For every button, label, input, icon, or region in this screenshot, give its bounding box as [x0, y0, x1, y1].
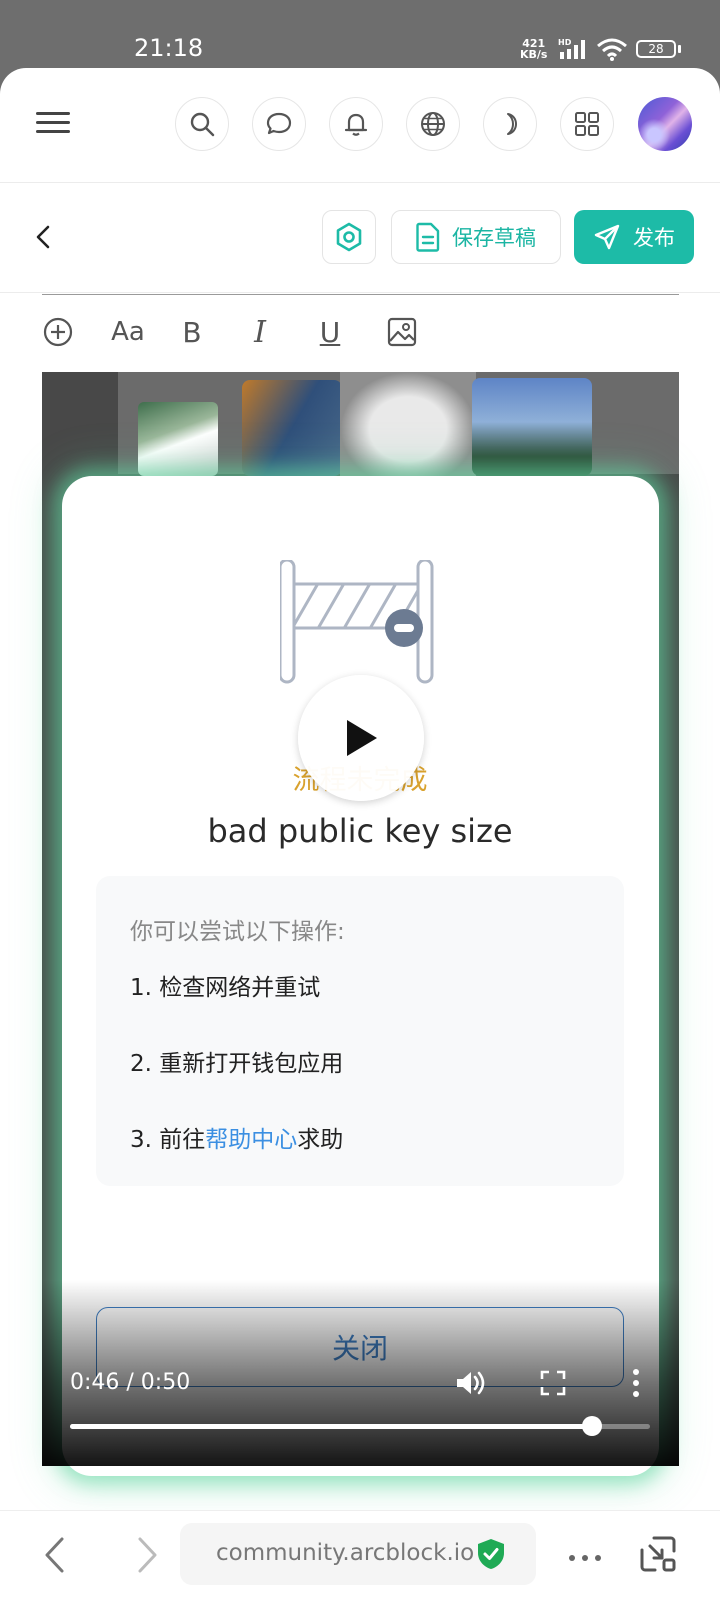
background-thumbnail: [242, 380, 342, 476]
play-button[interactable]: [298, 675, 424, 801]
divider: [0, 292, 720, 293]
play-icon: [347, 720, 377, 756]
bell-icon: [344, 113, 368, 136]
post-settings-button[interactable]: [322, 210, 376, 264]
publish-label: 发布: [633, 226, 675, 250]
browser-back-icon[interactable]: [42, 1534, 68, 1576]
step3-suffix: 求助: [297, 1127, 344, 1153]
apps-grid-icon: [575, 112, 599, 136]
document-icon: [416, 222, 440, 252]
suggestions-title: 你可以尝试以下操作:: [130, 919, 345, 945]
send-icon: [594, 224, 620, 250]
chat-icon: [266, 112, 292, 135]
moon-icon: [507, 113, 517, 135]
barrier-illustration-icon: [280, 560, 434, 684]
step3-prefix: 3. 前往: [130, 1127, 206, 1153]
hd-label: HD: [558, 38, 572, 47]
suggestion-step: 3. 前往帮助中心求助: [130, 1120, 343, 1154]
secure-shield-icon[interactable]: [476, 1538, 506, 1570]
notifications-button[interactable]: [329, 97, 383, 151]
image-icon: [387, 317, 417, 347]
signal-icon: HD: [558, 38, 585, 59]
browser-forward-icon[interactable]: [134, 1534, 160, 1576]
background-thumbnail: [472, 378, 592, 476]
network-speed-unit: KB/s: [520, 48, 548, 61]
suggestion-step: 2. 重新打开钱包应用: [130, 1051, 344, 1077]
search-button[interactable]: [175, 97, 229, 151]
hexagon-settings-icon: [336, 222, 362, 252]
suggestion-step: 1. 检查网络并重试: [130, 975, 321, 1001]
back-arrow-icon[interactable]: [30, 222, 56, 252]
video-seek-progress: [70, 1424, 592, 1429]
apps-button[interactable]: [560, 97, 614, 151]
language-button[interactable]: [406, 97, 460, 151]
save-draft-label: 保存草稿: [452, 226, 536, 250]
add-icon: [43, 317, 73, 347]
theme-toggle-button[interactable]: [483, 97, 537, 151]
url-text[interactable]: community.arcblock.io: [216, 1540, 474, 1566]
browser-menu-icon[interactable]: [568, 1554, 602, 1562]
video-more-options-icon[interactable]: [630, 1366, 642, 1400]
background-thumbnail: [138, 402, 218, 476]
wifi-icon: [597, 38, 627, 61]
globe-icon: [421, 112, 445, 136]
save-draft-button[interactable]: 保存草稿: [391, 210, 561, 264]
search-icon: [190, 112, 215, 137]
background-thumbnail: [340, 372, 476, 476]
insert-image-button[interactable]: [382, 312, 422, 352]
status-time: 21:18: [134, 34, 204, 62]
chat-button[interactable]: [252, 97, 306, 151]
content-divider: [42, 294, 679, 295]
avatar[interactable]: [638, 97, 692, 151]
volume-icon[interactable]: [454, 1368, 488, 1398]
fullscreen-icon[interactable]: [540, 1370, 566, 1396]
error-title: bad public key size: [207, 812, 513, 850]
help-center-link[interactable]: 帮助中心: [205, 1127, 297, 1153]
publish-button[interactable]: 发布: [574, 210, 694, 264]
video-time-readout: 0:46 / 0:50: [70, 1370, 191, 1395]
battery-tip: [678, 45, 681, 53]
menu-icon[interactable]: [36, 110, 70, 136]
underline-button[interactable]: U: [310, 312, 350, 352]
network-speed: 421 KB/s: [520, 38, 547, 60]
battery-icon: 28: [636, 40, 676, 58]
divider: [0, 182, 720, 183]
italic-button[interactable]: I: [240, 312, 280, 352]
insert-button[interactable]: [38, 312, 78, 352]
bold-button[interactable]: B: [172, 312, 212, 352]
video-seek-thumb[interactable]: [582, 1416, 602, 1436]
floating-window-icon[interactable]: [638, 1534, 678, 1574]
font-size-button[interactable]: Aa: [108, 312, 148, 352]
